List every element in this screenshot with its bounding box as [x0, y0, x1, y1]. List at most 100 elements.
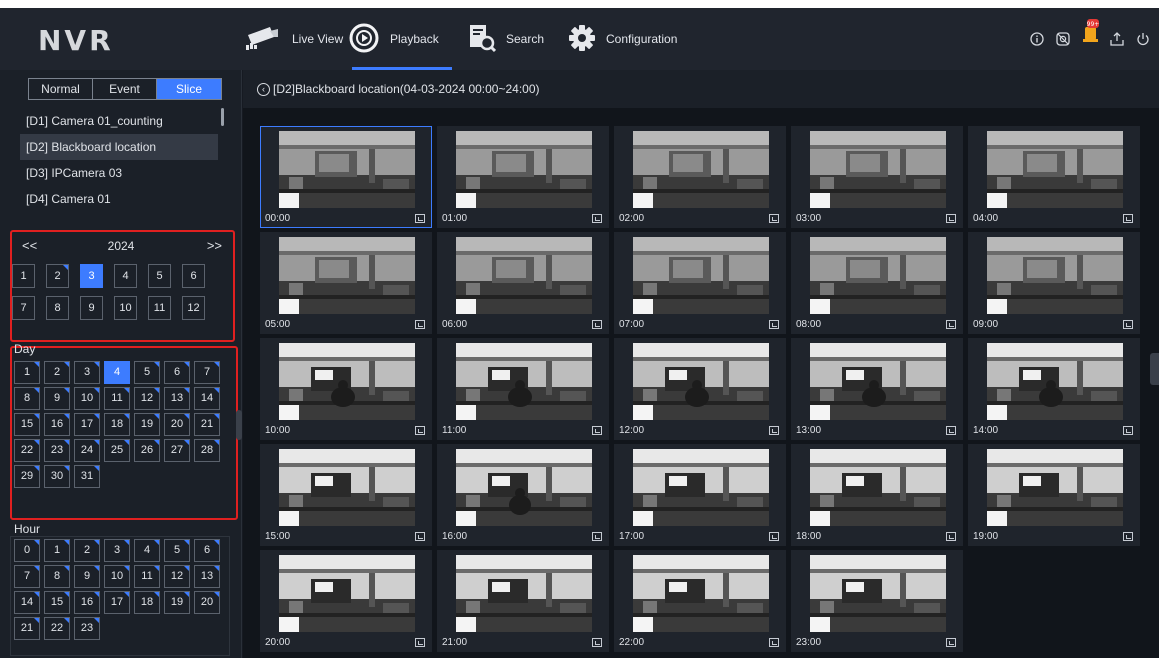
recording-status-icon[interactable] — [1054, 30, 1072, 48]
day-cell[interactable]: 23 — [44, 439, 70, 462]
slice-playback-icon[interactable] — [592, 214, 602, 223]
camera-list-item[interactable]: [D4] Camera 01 — [20, 186, 218, 212]
slice-thumbnail[interactable]: 04:00 — [968, 126, 1140, 228]
slice-thumbnail[interactable]: 06:00 — [437, 232, 609, 334]
slice-thumbnail[interactable]: 00:00 — [260, 126, 432, 228]
slice-playback-icon[interactable] — [415, 426, 425, 435]
right-panel-handle[interactable] — [1150, 353, 1159, 385]
day-cell[interactable]: 29 — [14, 465, 40, 488]
hour-cell[interactable]: 1 — [44, 539, 70, 562]
month-cell[interactable]: 9 — [80, 296, 103, 320]
hour-cell[interactable]: 6 — [194, 539, 220, 562]
nav-configuration[interactable]: Configuration — [568, 8, 708, 70]
nav-live-view[interactable]: Live View — [244, 8, 348, 70]
slice-thumbnail[interactable]: 19:00 — [968, 444, 1140, 546]
slice-playback-icon[interactable] — [415, 638, 425, 647]
slice-playback-icon[interactable] — [592, 426, 602, 435]
day-cell[interactable]: 13 — [164, 387, 190, 410]
slice-thumbnail[interactable]: 21:00 — [437, 550, 609, 652]
alarm-notification-icon[interactable]: 99+ — [1082, 19, 1100, 42]
slice-playback-icon[interactable] — [415, 214, 425, 223]
day-cell[interactable]: 3 — [74, 361, 100, 384]
month-cell[interactable]: 10 — [114, 296, 137, 320]
mode-tab-event[interactable]: Event — [93, 79, 157, 99]
hour-cell[interactable]: 5 — [164, 539, 190, 562]
day-cell[interactable]: 8 — [14, 387, 40, 410]
mode-tab-normal[interactable]: Normal — [29, 79, 93, 99]
hour-cell[interactable]: 9 — [74, 565, 100, 588]
slice-thumbnail[interactable]: 14:00 — [968, 338, 1140, 440]
camera-list-scrollbar[interactable] — [221, 108, 224, 126]
slice-thumbnail[interactable]: 20:00 — [260, 550, 432, 652]
day-cell[interactable]: 6 — [164, 361, 190, 384]
slice-thumbnail[interactable]: 12:00 — [614, 338, 786, 440]
slice-thumbnail[interactable]: 05:00 — [260, 232, 432, 334]
day-cell[interactable]: 9 — [44, 387, 70, 410]
hour-cell[interactable]: 21 — [14, 617, 40, 640]
slice-playback-icon[interactable] — [592, 320, 602, 329]
day-cell[interactable]: 28 — [194, 439, 220, 462]
day-cell[interactable]: 18 — [104, 413, 130, 436]
slice-playback-icon[interactable] — [946, 426, 956, 435]
hour-cell[interactable]: 8 — [44, 565, 70, 588]
info-icon[interactable] — [1028, 30, 1046, 48]
hour-cell[interactable]: 4 — [134, 539, 160, 562]
hour-cell[interactable]: 16 — [74, 591, 100, 614]
export-icon[interactable] — [1108, 30, 1126, 48]
slice-thumbnail[interactable]: 15:00 — [260, 444, 432, 546]
hour-cell[interactable]: 17 — [104, 591, 130, 614]
day-cell[interactable]: 17 — [74, 413, 100, 436]
day-cell[interactable]: 22 — [14, 439, 40, 462]
month-cell[interactable]: 7 — [12, 296, 35, 320]
slice-thumbnail[interactable]: 16:00 — [437, 444, 609, 546]
slice-playback-icon[interactable] — [1123, 426, 1133, 435]
nav-search[interactable]: Search — [468, 8, 564, 70]
hour-cell[interactable]: 15 — [44, 591, 70, 614]
slice-thumbnail[interactable]: 18:00 — [791, 444, 963, 546]
slice-thumbnail[interactable]: 09:00 — [968, 232, 1140, 334]
day-cell[interactable]: 15 — [14, 413, 40, 436]
day-cell[interactable]: 30 — [44, 465, 70, 488]
day-cell[interactable]: 20 — [164, 413, 190, 436]
camera-list-item[interactable]: [D1] Camera 01_counting — [20, 108, 218, 134]
next-year-button[interactable]: >> — [207, 238, 222, 253]
slice-playback-icon[interactable] — [946, 532, 956, 541]
slice-thumbnail[interactable]: 08:00 — [791, 232, 963, 334]
slice-playback-icon[interactable] — [769, 638, 779, 647]
hour-cell[interactable]: 18 — [134, 591, 160, 614]
hour-cell[interactable]: 19 — [164, 591, 190, 614]
month-cell[interactable]: 11 — [148, 296, 171, 320]
slice-playback-icon[interactable] — [769, 532, 779, 541]
day-cell[interactable]: 16 — [44, 413, 70, 436]
month-cell[interactable]: 1 — [12, 264, 35, 288]
day-cell[interactable]: 1 — [14, 361, 40, 384]
hour-cell[interactable]: 7 — [14, 565, 40, 588]
day-cell[interactable]: 27 — [164, 439, 190, 462]
day-cell[interactable]: 10 — [74, 387, 100, 410]
hour-cell[interactable]: 10 — [104, 565, 130, 588]
slice-thumbnail[interactable]: 02:00 — [614, 126, 786, 228]
day-cell[interactable]: 26 — [134, 439, 160, 462]
hour-cell[interactable]: 0 — [14, 539, 40, 562]
slice-playback-icon[interactable] — [946, 638, 956, 647]
month-cell[interactable]: 3 — [80, 264, 103, 288]
month-cell[interactable]: 12 — [182, 296, 205, 320]
slice-playback-icon[interactable] — [415, 532, 425, 541]
slice-playback-icon[interactable] — [1123, 214, 1133, 223]
slice-thumbnail[interactable]: 11:00 — [437, 338, 609, 440]
day-cell[interactable]: 12 — [134, 387, 160, 410]
day-cell[interactable]: 11 — [104, 387, 130, 410]
day-cell[interactable]: 24 — [74, 439, 100, 462]
hour-cell[interactable]: 13 — [194, 565, 220, 588]
back-icon[interactable]: ‹ — [257, 82, 270, 96]
slice-playback-icon[interactable] — [592, 638, 602, 647]
hour-cell[interactable]: 12 — [164, 565, 190, 588]
hour-cell[interactable]: 22 — [44, 617, 70, 640]
hour-cell[interactable]: 23 — [74, 617, 100, 640]
day-cell[interactable]: 25 — [104, 439, 130, 462]
sidebar-collapse-handle[interactable] — [236, 410, 242, 440]
slice-playback-icon[interactable] — [1123, 532, 1133, 541]
month-cell[interactable]: 2 — [46, 264, 69, 288]
slice-thumbnail[interactable]: 23:00 — [791, 550, 963, 652]
slice-thumbnail[interactable]: 07:00 — [614, 232, 786, 334]
